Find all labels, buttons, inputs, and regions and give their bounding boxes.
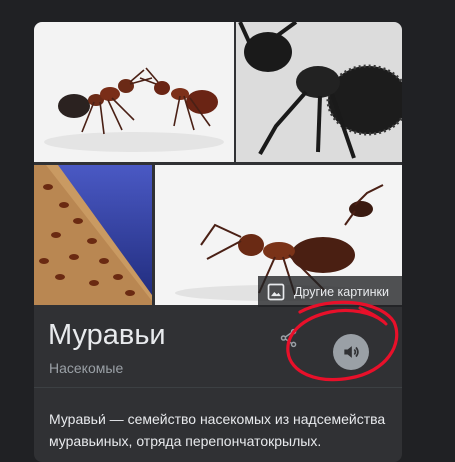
divider: [34, 387, 402, 388]
panel-title: Муравьи: [48, 319, 166, 351]
speaker-icon: [344, 346, 359, 358]
ant-image-2[interactable]: [236, 22, 402, 162]
more-images-label: Другие картинки: [294, 284, 389, 299]
ant-image-3[interactable]: [34, 165, 152, 305]
ant-image-1[interactable]: [34, 22, 234, 162]
image-icon: [267, 283, 285, 300]
knowledge-panel: Другие картинки Муравьи Насекомые Муравь…: [34, 22, 402, 462]
more-images-button[interactable]: Другие картинки: [258, 276, 402, 307]
share-icon[interactable]: [278, 327, 300, 349]
panel-description: Муравьи́ — семейство насекомых из надсем…: [49, 411, 386, 449]
panel-subtitle: Насекомые: [49, 360, 124, 376]
pronunciation-button[interactable]: [333, 334, 369, 370]
